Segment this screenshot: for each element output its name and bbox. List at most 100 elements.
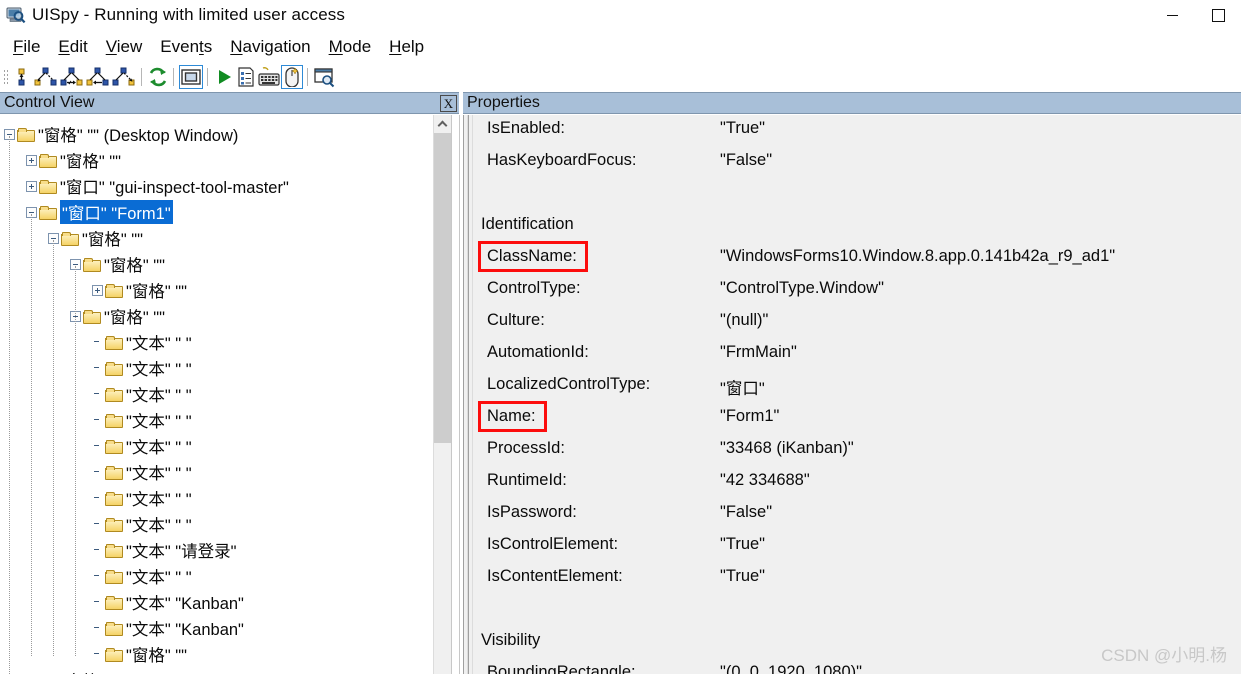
- tree-item-label: "窗口" "Form1": [60, 200, 173, 224]
- tree-item-label: "文本" "Kanban": [126, 621, 244, 639]
- tree-item[interactable]: "窗口" "Form1": [0, 199, 430, 225]
- tree-item[interactable]: "文本" " ": [0, 381, 430, 407]
- tree-item[interactable]: "窗格" "": [0, 147, 430, 173]
- tree-leaf-spacer: [92, 467, 103, 478]
- properties-rows: IsEnabled: "True" HasKeyboardFocus: "False"…: [463, 115, 1241, 674]
- property-value: "False": [720, 151, 773, 169]
- mouse-hover-button[interactable]: [281, 64, 303, 89]
- keyboard-focus-icon[interactable]: [257, 65, 281, 89]
- control-view-close-button[interactable]: X: [440, 95, 457, 112]
- maximize-button[interactable]: [1195, 0, 1241, 30]
- folder-icon: [105, 543, 123, 558]
- menu-item-help[interactable]: Help: [381, 36, 434, 58]
- properties-group-label: Visibility: [481, 631, 541, 649]
- highlight-rectangle-button[interactable]: [179, 64, 203, 89]
- expand-icon[interactable]: [26, 180, 37, 192]
- tree-leaf-spacer: [92, 519, 103, 530]
- menu-item-file[interactable]: File: [5, 36, 50, 58]
- properties-row[interactable]: ClassName: "WindowsForms10.Window.8.app.0…: [463, 243, 1241, 275]
- property-name: RuntimeId:: [487, 471, 567, 489]
- menu-item-mode[interactable]: Mode: [321, 36, 382, 58]
- tree-item[interactable]: "窗格" " Nav Vi": [0, 667, 430, 674]
- properties-row[interactable]: ProcessId: "33468 (iKanban)": [463, 435, 1241, 467]
- tree-item[interactable]: "窗格" "": [0, 225, 430, 251]
- tree-item[interactable]: "文本" "Kanban": [0, 615, 430, 641]
- tree-item[interactable]: "文本" "请登录": [0, 537, 430, 563]
- properties-row[interactable]: IsPassword: "False": [463, 499, 1241, 531]
- node-vertical-icon[interactable]: [11, 65, 33, 89]
- properties-row[interactable]: IsControlElement: "True": [463, 531, 1241, 563]
- tree-item-label: "窗格" "": [104, 309, 166, 327]
- control-view-header: Control View X: [0, 92, 459, 114]
- uispy-app-icon: [6, 5, 26, 25]
- expand-icon[interactable]: [92, 284, 103, 296]
- toolbar-grip[interactable]: [2, 67, 9, 86]
- control-view-tree[interactable]: "窗格" "" (Desktop Window) "窗格" "" "窗口" "gui…: [0, 115, 459, 674]
- tree-item[interactable]: "文本" " ": [0, 563, 430, 589]
- tree-item[interactable]: "窗格" "": [0, 641, 430, 667]
- property-name: IsEnabled:: [487, 119, 565, 137]
- property-value: "WindowsForms10.Window.8.app.0.141b42a_r…: [720, 247, 1116, 265]
- properties-row[interactable]: HasKeyboardFocus: "False": [463, 147, 1241, 179]
- menu-item-view[interactable]: View: [98, 36, 153, 58]
- tree-item[interactable]: "文本" " ": [0, 485, 430, 511]
- properties-row[interactable]: Name: "Form1": [463, 403, 1241, 435]
- node-parent-icon[interactable]: [33, 65, 59, 89]
- properties-row[interactable]: IsEnabled: "True": [463, 115, 1241, 147]
- scrollbar-thumb[interactable]: [434, 133, 451, 443]
- scroll-up-arrow-icon[interactable]: [434, 115, 451, 132]
- properties-list-icon[interactable]: [235, 65, 257, 89]
- tree-item-label: "文本" " ": [126, 439, 192, 457]
- folder-icon: [83, 309, 101, 324]
- property-name: IsContentElement:: [487, 567, 623, 585]
- tree-item[interactable]: "窗口" "gui-inspect-tool-master": [0, 173, 430, 199]
- expand-icon[interactable]: [26, 154, 37, 166]
- properties-row[interactable]: AutomationId: "FrmMain": [463, 339, 1241, 371]
- minimize-button[interactable]: [1149, 0, 1195, 30]
- tree-item[interactable]: "文本" " ": [0, 459, 430, 485]
- tree-item[interactable]: "文本" " ": [0, 329, 430, 355]
- properties-row[interactable]: IsContentElement: "True": [463, 563, 1241, 595]
- node-child-icon[interactable]: [111, 65, 137, 89]
- tree-item-label: "文本" " ": [126, 491, 192, 509]
- tree-item[interactable]: "窗格" "": [0, 251, 430, 277]
- tree-item[interactable]: "窗格" "": [0, 303, 430, 329]
- node-next-sibling-icon[interactable]: [59, 65, 85, 89]
- refresh-icon[interactable]: [147, 65, 169, 89]
- properties-row[interactable]: Culture: "(null)": [463, 307, 1241, 339]
- tree-item[interactable]: "窗格" "" (Desktop Window): [0, 121, 430, 147]
- tree-item[interactable]: "窗格" "": [0, 277, 430, 303]
- play-icon[interactable]: [213, 65, 235, 89]
- properties-row[interactable]: ControlType: "ControlType.Window": [463, 275, 1241, 307]
- properties-row[interactable]: RuntimeId: "42 334688": [463, 467, 1241, 499]
- properties-panel[interactable]: IsEnabled: "True" HasKeyboardFocus: "False"…: [463, 115, 1241, 674]
- menu-item-edit[interactable]: Edit: [50, 36, 97, 58]
- folder-icon: [105, 491, 123, 506]
- tree-item[interactable]: "文本" " ": [0, 433, 430, 459]
- tree-leaf-spacer: [92, 649, 103, 660]
- tree-item-label: "窗格" "": [126, 283, 188, 301]
- tree-leaf-spacer: [92, 389, 103, 400]
- tree-item[interactable]: "文本" " ": [0, 355, 430, 381]
- tree-leaf-spacer: [92, 441, 103, 452]
- maximize-icon: [1211, 8, 1225, 22]
- tree-item[interactable]: "文本" " ": [0, 407, 430, 433]
- property-value: "Form1": [720, 407, 780, 425]
- menu-item-events[interactable]: Events: [152, 36, 222, 58]
- tree-vertical-scrollbar[interactable]: [433, 115, 451, 674]
- tree-item-label: "窗格" "": [104, 257, 166, 275]
- control-view-title: Control View: [4, 94, 95, 111]
- panel-splitter[interactable]: [451, 115, 460, 674]
- tree-item-label: "窗格" " Nav Vi": [60, 668, 174, 674]
- node-previous-sibling-icon[interactable]: [85, 65, 111, 89]
- properties-row[interactable]: LocalizedControlType: "窗口": [463, 371, 1241, 403]
- menu-item-navigation[interactable]: Navigation: [222, 36, 320, 58]
- tree-leaf-spacer: [92, 545, 103, 556]
- window-title: UISpy - Running with limited user access: [32, 5, 345, 24]
- find-window-icon[interactable]: [313, 65, 335, 89]
- property-name: Name:: [487, 407, 536, 425]
- property-value: "33468 (iKanban)": [720, 439, 854, 457]
- tree-item[interactable]: "文本" "Kanban": [0, 589, 430, 615]
- tree-item-label: "文本" " ": [126, 361, 192, 379]
- tree-item[interactable]: "文本" " ": [0, 511, 430, 537]
